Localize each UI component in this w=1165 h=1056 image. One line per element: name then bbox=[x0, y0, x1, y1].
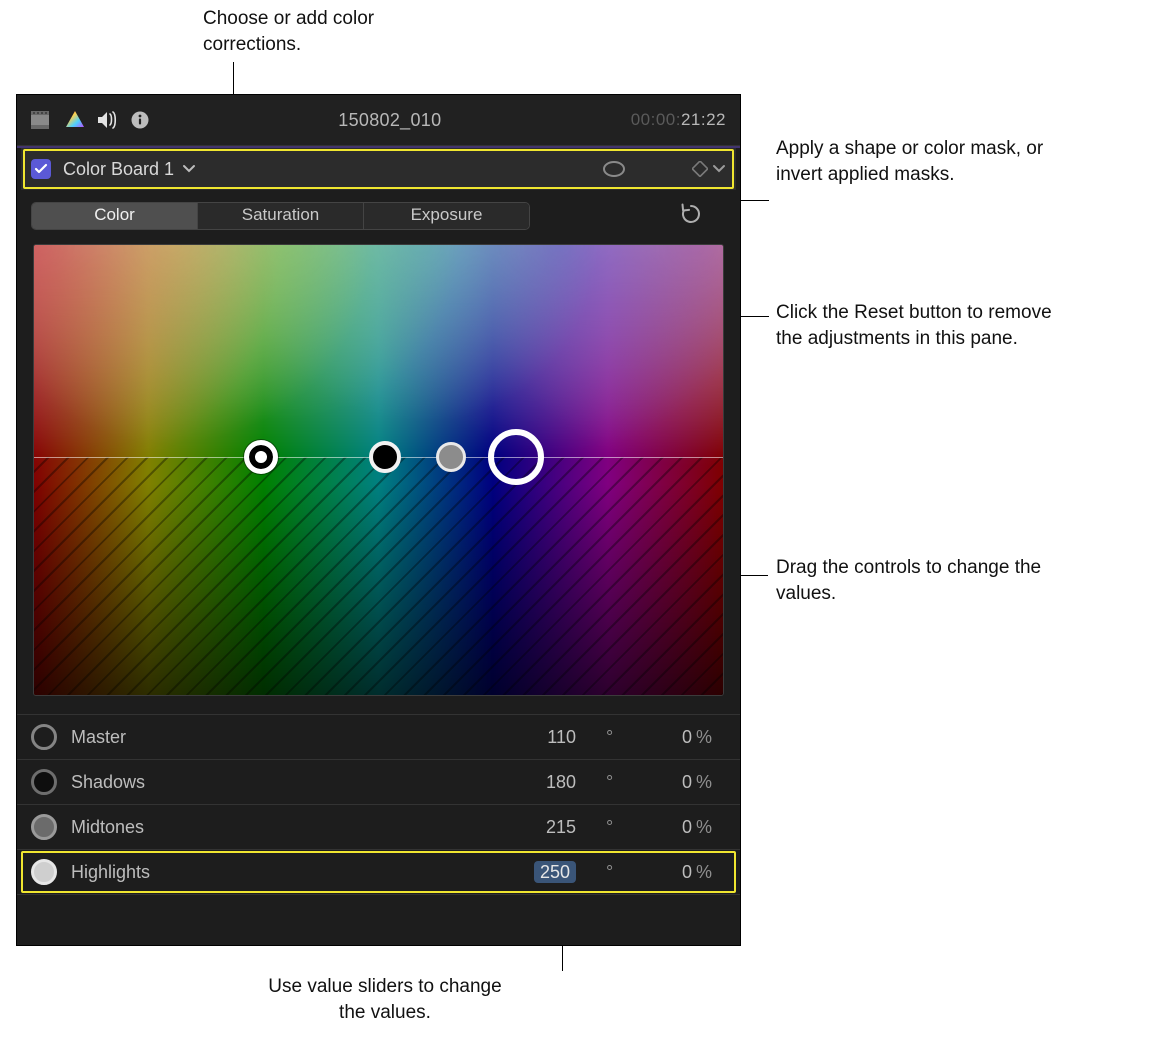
timecode: 00:00:21:22 bbox=[631, 110, 726, 130]
value-percent[interactable]: 0 bbox=[632, 817, 692, 838]
tab-color[interactable]: Color bbox=[32, 203, 198, 229]
chevron-down-icon[interactable] bbox=[182, 164, 196, 174]
row-label: Midtones bbox=[71, 817, 516, 838]
puck-shadows[interactable] bbox=[369, 441, 401, 473]
unit-percent: % bbox=[692, 862, 722, 883]
puck-master[interactable] bbox=[244, 440, 278, 474]
color-icon[interactable] bbox=[65, 110, 85, 130]
color-board[interactable] bbox=[33, 244, 724, 696]
row-label: Shadows bbox=[71, 772, 516, 793]
row-icon-shadows bbox=[31, 769, 57, 795]
tab-saturation[interactable]: Saturation bbox=[198, 203, 364, 229]
value-degrees[interactable]: 215 bbox=[516, 817, 576, 838]
unit-percent: % bbox=[692, 727, 722, 748]
row-icon-master bbox=[31, 724, 57, 750]
value-degrees[interactable]: 250 bbox=[516, 862, 576, 883]
row-master: Master 110 ° 0 % bbox=[17, 715, 740, 760]
effect-row: Color Board 1 bbox=[21, 148, 736, 190]
puck-highlights[interactable] bbox=[488, 429, 544, 485]
puck-midtones[interactable] bbox=[436, 442, 466, 472]
callout-mask: Apply a shape or color mask, or invert a… bbox=[776, 136, 1051, 187]
unit-degree: ° bbox=[602, 727, 632, 748]
value-degrees[interactable]: 110 bbox=[516, 727, 576, 748]
clip-name: 150802_010 bbox=[159, 110, 621, 131]
panel-header: 150802_010 00:00:21:22 bbox=[17, 95, 740, 146]
unit-percent: % bbox=[692, 772, 722, 793]
row-label: Master bbox=[71, 727, 516, 748]
row-midtones: Midtones 215 ° 0 % bbox=[17, 805, 740, 850]
value-degrees[interactable]: 180 bbox=[516, 772, 576, 793]
effect-title[interactable]: Color Board 1 bbox=[63, 159, 174, 180]
timecode-active: 21:22 bbox=[681, 110, 726, 129]
video-icon[interactable] bbox=[31, 111, 53, 129]
row-shadows: Shadows 180 ° 0 % bbox=[17, 760, 740, 805]
audio-icon[interactable] bbox=[97, 111, 119, 129]
value-percent[interactable]: 0 bbox=[632, 727, 692, 748]
callout-corrections: Choose or add color corrections. bbox=[203, 6, 453, 57]
mask-button[interactable] bbox=[600, 158, 628, 180]
keyframe-icon[interactable] bbox=[692, 161, 708, 177]
info-icon[interactable] bbox=[131, 111, 149, 129]
unit-degree: ° bbox=[602, 817, 632, 838]
effect-enable-checkbox[interactable] bbox=[31, 159, 51, 179]
timecode-dim: 00:00: bbox=[631, 110, 681, 129]
row-label: Highlights bbox=[71, 862, 516, 883]
value-degrees-selected[interactable]: 250 bbox=[534, 861, 576, 883]
unit-percent: % bbox=[692, 817, 722, 838]
hatch-overlay bbox=[34, 457, 723, 696]
callout-reset: Click the Reset button to remove the adj… bbox=[776, 300, 1056, 351]
unit-degree: ° bbox=[602, 862, 632, 883]
value-rows: Master 110 ° 0 % Shadows 180 ° 0 % Midto… bbox=[17, 714, 740, 895]
chevron-down-icon[interactable] bbox=[712, 164, 726, 174]
row-icon-midtones bbox=[31, 814, 57, 840]
value-percent[interactable]: 0 bbox=[632, 772, 692, 793]
value-percent[interactable]: 0 bbox=[632, 862, 692, 883]
tab-row: Color Saturation Exposure bbox=[21, 200, 736, 232]
unit-degree: ° bbox=[602, 772, 632, 793]
callout-drag: Drag the controls to change the values. bbox=[776, 555, 1056, 606]
tab-exposure[interactable]: Exposure bbox=[364, 203, 529, 229]
segmented-control: Color Saturation Exposure bbox=[31, 202, 530, 230]
row-icon-highlights bbox=[31, 859, 57, 885]
color-inspector-panel: 150802_010 00:00:21:22 Color Board 1 bbox=[17, 95, 740, 945]
reset-button[interactable] bbox=[680, 203, 704, 227]
row-highlights: Highlights 250 ° 0 % bbox=[17, 850, 740, 895]
callout-sliders: Use value sliders to change the values. bbox=[260, 974, 510, 1025]
